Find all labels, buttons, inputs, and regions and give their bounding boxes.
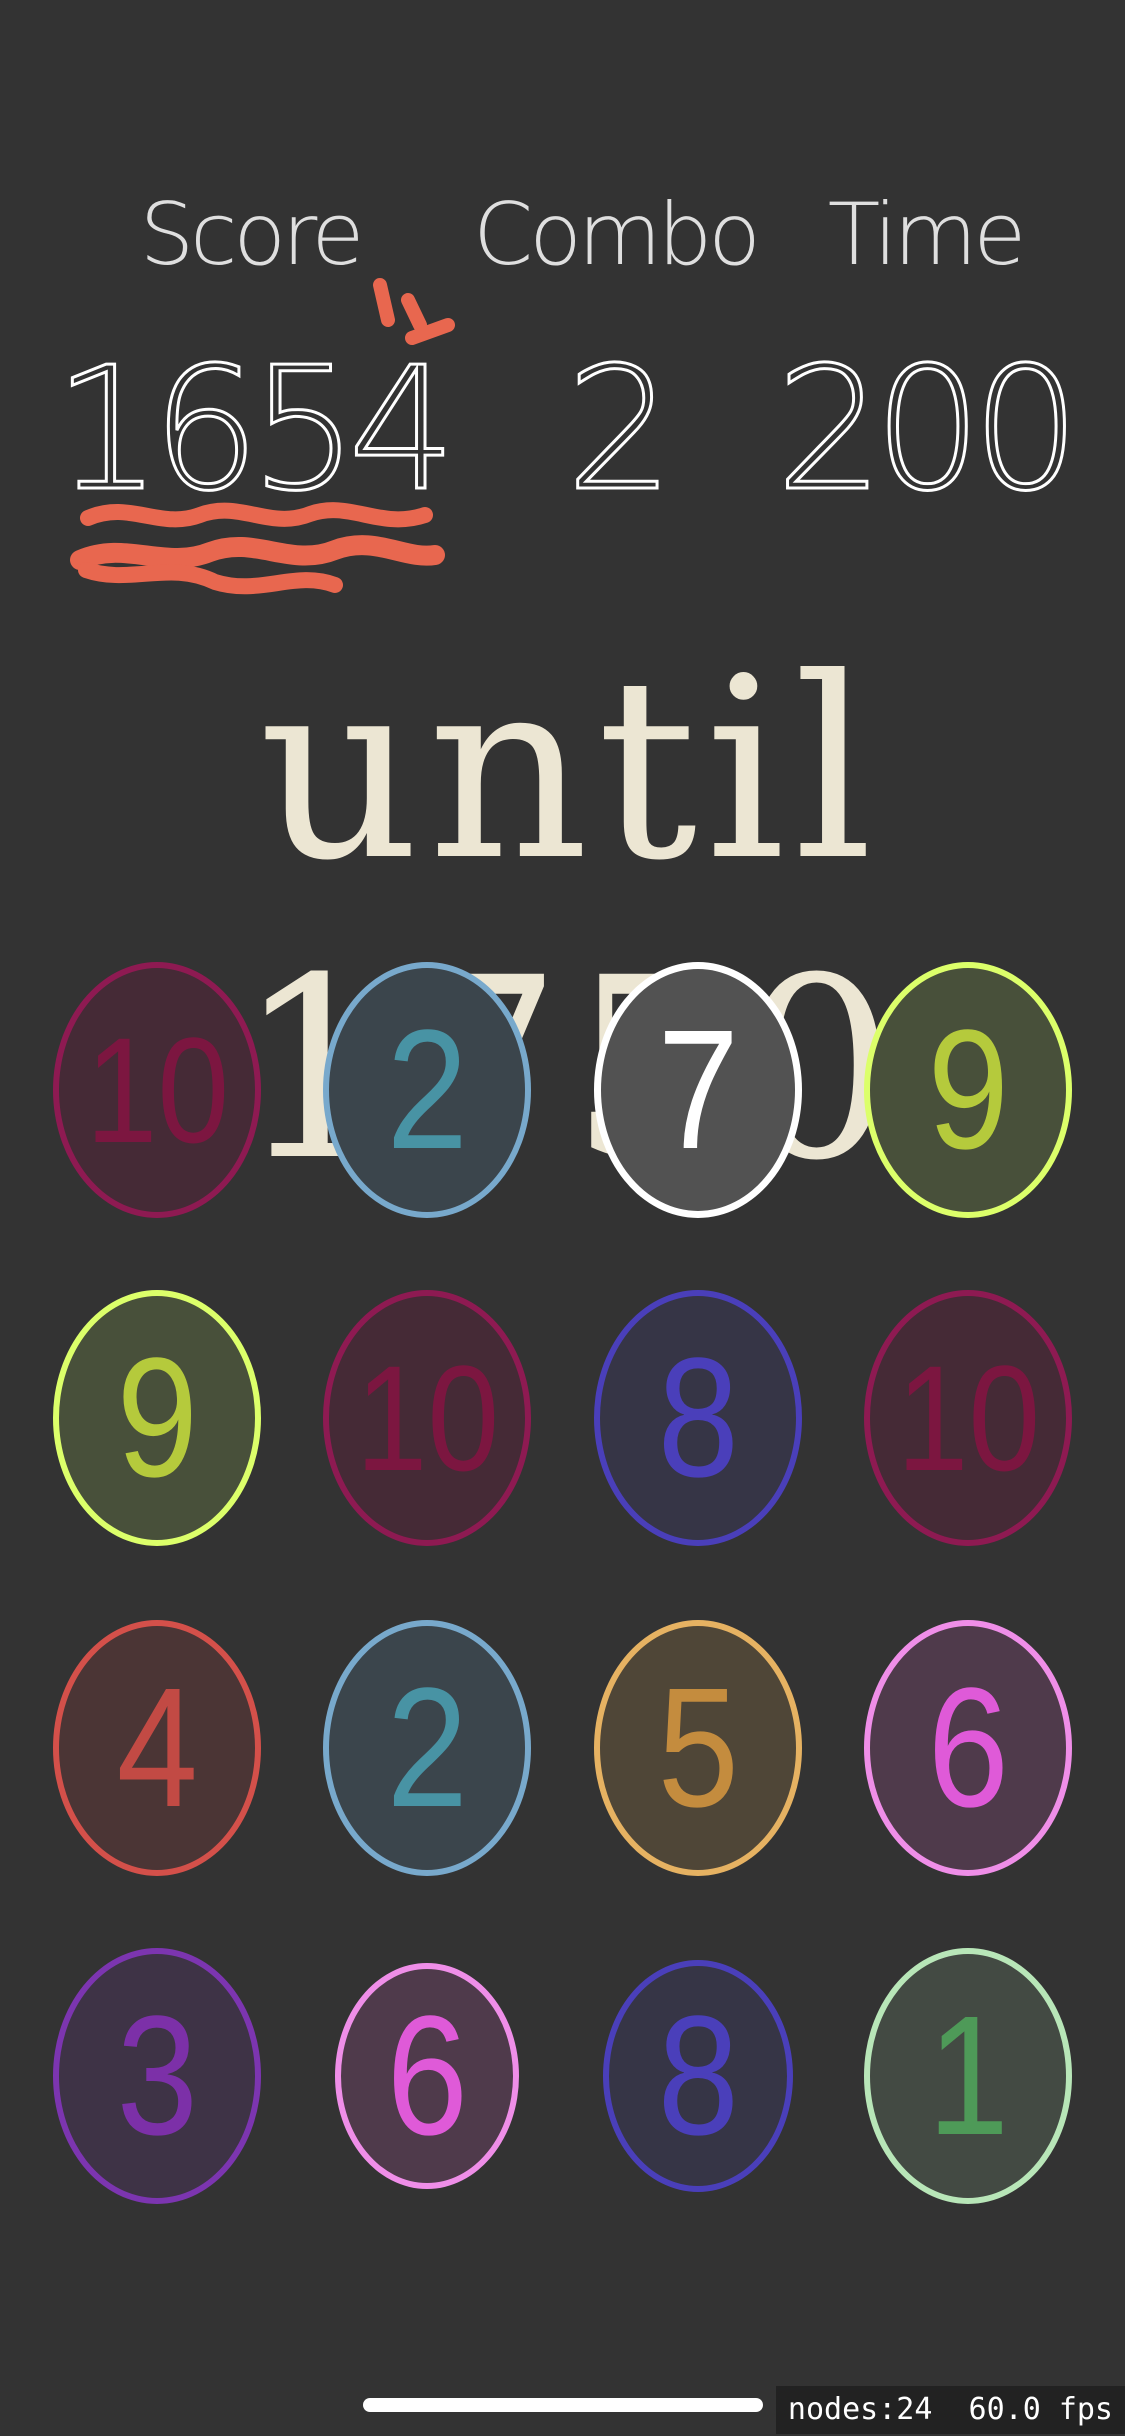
tile-1[interactable]: 1 [864,1948,1072,2204]
tile-number: 6 [386,1981,468,2171]
time-label: Time [827,185,1026,285]
tile-number: 10 [85,1006,229,1174]
tile-10[interactable]: 10 [864,1290,1072,1546]
tile-10[interactable]: 10 [53,962,261,1218]
tile-number: 2 [386,995,468,1185]
tile-4[interactable]: 4 [53,1620,261,1876]
tile-number: 9 [927,995,1009,1185]
tile-9[interactable]: 9 [864,962,1072,1218]
tile-number: 3 [116,1981,198,2171]
squiggle-underline [70,535,445,570]
tile-6[interactable]: 6 [335,1963,519,2189]
tile-8[interactable]: 8 [594,1290,802,1546]
spark-stroke [373,278,395,327]
tile-number: 8 [657,1981,739,2171]
tile-3[interactable]: 3 [53,1948,261,2204]
tile-number: 4 [116,1653,198,1843]
game-screen: Score Combo Time 1654 2 200 until 1750 1… [0,0,1125,2436]
spark-stroke [401,293,427,332]
tile-10[interactable]: 10 [323,1290,531,1546]
tile-2[interactable]: 2 [323,962,531,1218]
tile-number: 6 [927,1653,1009,1843]
tile-6[interactable]: 6 [864,1620,1072,1876]
tile-number: 5 [657,1653,739,1843]
tile-2[interactable]: 2 [323,1620,531,1876]
combo-label: Combo [473,185,761,285]
squiggle-underline [78,562,343,595]
home-indicator[interactable] [363,2398,763,2412]
debug-stats: nodes:24 60.0 fps [775,2386,1125,2434]
tile-8[interactable]: 8 [603,1960,793,2192]
tile-9[interactable]: 9 [53,1290,261,1546]
score-label: Score [139,185,365,285]
score-value: 1654 [52,331,458,529]
tile-5[interactable]: 5 [594,1620,802,1876]
tile-7-selected[interactable]: 7 [594,962,802,1218]
tile-number: 10 [355,1334,499,1502]
tile-number: 9 [116,1323,198,1513]
tile-number: 10 [896,1334,1040,1502]
tile-number: 1 [927,1981,1009,2171]
tile-number: 7 [657,995,739,1185]
tile-number: 8 [657,1323,739,1513]
tile-number: 2 [386,1653,468,1843]
time-value: 200 [774,331,1081,529]
